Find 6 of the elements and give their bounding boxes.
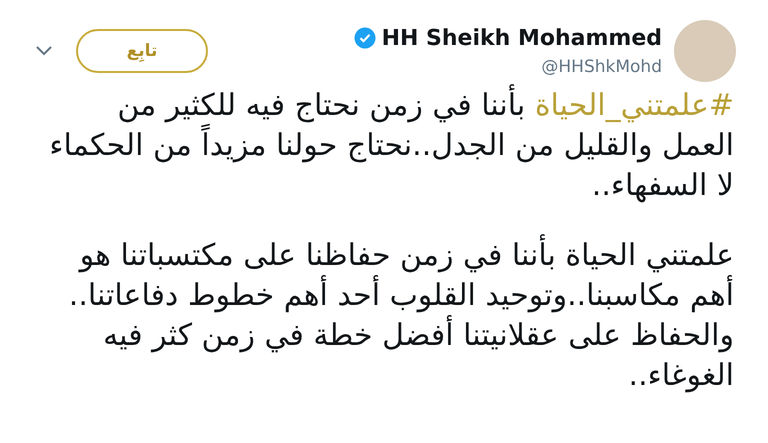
tweet-paragraph: علمتني الحياة بأننا في زمن حفاظنا على مكتسباتنا هو أهم مكاسبنا..وتوحيد القلوب أحد أهم خطوط دفاعاتنا.. والحفاظ على عقلانيتنا أفضل خطة في زمن كثر فيه الغوغاء.. bbox=[40, 236, 734, 396]
user-handle: @HHShkMohd bbox=[541, 56, 662, 76]
user-name: HH Sheikh Mohammed bbox=[382, 26, 662, 50]
follow-button[interactable]: تابِع bbox=[76, 29, 208, 73]
tweet-paragraph: #علمتني_الحياة بأننا في زمن نحتاج فيه للكثير من العمل والقليل من الجدل..نحتاج حولنا مزيداً من الحكماء لا السفهاء.. bbox=[40, 86, 734, 206]
hashtag-link[interactable]: #علمتني_الحياة bbox=[534, 88, 734, 123]
